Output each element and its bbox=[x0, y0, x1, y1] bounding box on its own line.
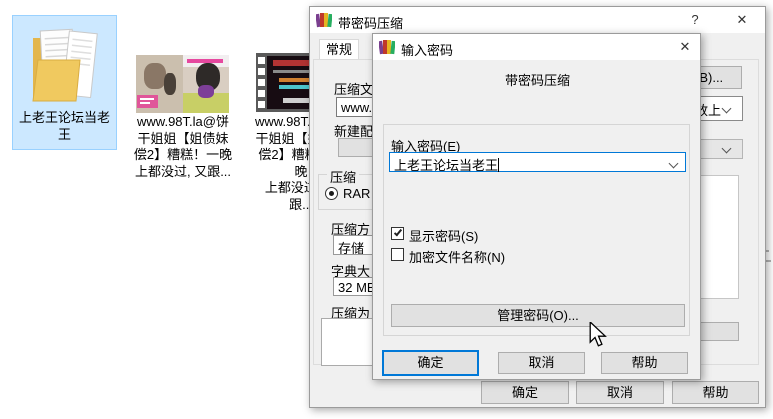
archive-format-group-label: 压缩 bbox=[327, 167, 359, 186]
archive-dialog-titlebar[interactable]: 带密码压缩 ? ✕ bbox=[310, 7, 765, 33]
close-icon[interactable]: ✕ bbox=[727, 7, 757, 33]
chevron-down-icon[interactable] bbox=[669, 159, 679, 169]
winrar-icon bbox=[379, 39, 395, 58]
manage-passwords-button[interactable]: 管理密码(O)... bbox=[391, 304, 685, 327]
password-dialog-titlebar[interactable]: 输入密码 ✕ bbox=[373, 34, 700, 60]
check-icon bbox=[394, 228, 402, 237]
tab-general[interactable]: 常规 bbox=[319, 39, 359, 60]
folder-icon[interactable] bbox=[30, 24, 100, 106]
ok-button[interactable]: 确定 bbox=[481, 381, 569, 404]
help-button[interactable]: 帮助 bbox=[672, 381, 759, 404]
mouse-cursor bbox=[588, 322, 608, 351]
folder-label[interactable]: 上老王论坛当老 王 bbox=[14, 110, 115, 143]
password-combo-input[interactable]: 上老王论坛当老王 bbox=[389, 152, 686, 172]
film-text-white bbox=[283, 98, 311, 103]
winrar-icon bbox=[316, 12, 332, 31]
show-password-checkbox[interactable] bbox=[391, 227, 404, 240]
thumbnail-badge bbox=[137, 95, 158, 108]
image-file-thumbnail[interactable] bbox=[136, 55, 229, 113]
folder-glyph bbox=[30, 24, 100, 106]
thumbnail-figure bbox=[144, 63, 166, 89]
encrypt-filenames-checkbox[interactable] bbox=[391, 248, 404, 261]
thumbnail-figure bbox=[164, 73, 176, 95]
cancel-button[interactable]: 取消 bbox=[576, 381, 664, 404]
image-file-label[interactable]: www.98T.la@饼 干姐姐【姐债妹 偿2】糟糕！一晚 上都没过, 又跟..… bbox=[128, 114, 238, 180]
text-caret bbox=[498, 158, 499, 172]
thumbnail-right-panel bbox=[183, 55, 229, 113]
thumbnail-accent bbox=[198, 85, 214, 98]
password-dialog: 输入密码 ✕ 带密码压缩 输入密码(E) 上老王论坛当老王 显示密码(S) 加密… bbox=[372, 33, 701, 380]
encrypt-filenames-label: 加密文件名称(N) bbox=[409, 247, 505, 266]
archive-dialog-title: 带密码压缩 bbox=[338, 13, 403, 32]
close-icon[interactable]: ✕ bbox=[670, 34, 700, 60]
help-titlebar-button[interactable]: ? bbox=[680, 7, 710, 33]
show-password-label: 显示密码(S) bbox=[409, 226, 478, 245]
ok-button[interactable]: 确定 bbox=[382, 350, 479, 376]
cancel-button[interactable]: 取消 bbox=[498, 352, 585, 374]
film-text-cyan bbox=[279, 85, 309, 89]
film-text-orange bbox=[279, 78, 311, 82]
password-dialog-title: 输入密码 bbox=[401, 40, 453, 59]
desktop: { "desktop": { "folder_icon": { "label_l… bbox=[0, 0, 773, 419]
format-rar-radio[interactable] bbox=[325, 187, 338, 200]
format-rar-label: RAR bbox=[343, 186, 370, 201]
help-button[interactable]: 帮助 bbox=[601, 352, 688, 374]
password-value: 上老王论坛当老王 bbox=[394, 158, 498, 173]
password-dialog-header: 带密码压缩 bbox=[373, 70, 702, 89]
archive-name-label: 压缩文 bbox=[334, 79, 373, 98]
